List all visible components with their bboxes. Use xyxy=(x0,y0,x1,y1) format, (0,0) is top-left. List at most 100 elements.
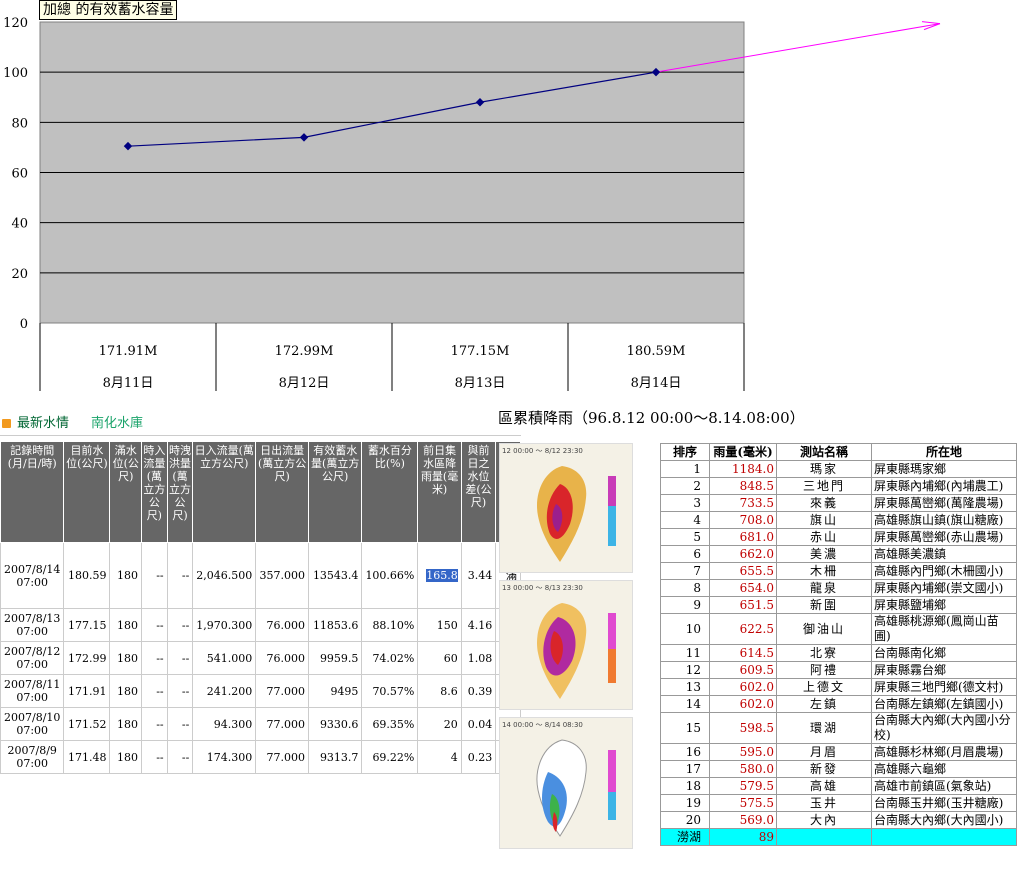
column-header: 日入流量(萬立方公尺) xyxy=(192,441,257,543)
station-cell: 三地門 xyxy=(776,477,872,495)
x-tick-label: 8月12日 xyxy=(279,376,330,391)
cell-store: 9959.5 xyxy=(307,641,363,675)
tab-nanhua-reservoir[interactable]: 南化水庫 xyxy=(91,416,143,431)
rainfall-cell: 1184.0 xyxy=(709,460,777,478)
x-tick-label: 8月11日 xyxy=(103,376,154,391)
cell-diff: 4.16 xyxy=(460,608,497,642)
x-sublabel: 180.59M xyxy=(627,344,686,359)
rainfall-cell: 602.0 xyxy=(709,678,777,696)
rank-cell: 13 xyxy=(660,678,710,696)
location-cell: 高雄縣內門鄉(木柵國小) xyxy=(871,562,1017,580)
table-row: 2007/8/13 07:00 177.15 180 -- -- 1,970.300 76.… xyxy=(0,608,521,642)
y-tick-label: 80 xyxy=(11,116,28,131)
x-tick-label: 8月14日 xyxy=(631,376,682,391)
y-tick-label: 40 xyxy=(11,217,28,232)
station-cell: 美濃 xyxy=(776,545,872,563)
column-header: 雨量(毫米) xyxy=(709,443,777,461)
x-sublabel: 171.91M xyxy=(99,344,158,359)
rainfall-cell: 595.0 xyxy=(709,743,777,761)
location-cell: 屏東縣三地門鄉(德文村) xyxy=(871,678,1017,696)
cell-pct: 74.02% xyxy=(361,641,419,675)
cell-rain: 8.6 xyxy=(417,674,462,708)
reservoir-table: 記錄時間(月/日/時) 目前水位(公尺) 滿水位(公尺) 時入流量(萬立方公尺) 時洩洪… xyxy=(0,441,521,774)
station-cell: 來義 xyxy=(776,494,872,512)
location-cell: 屏東縣霧台鄉 xyxy=(871,661,1017,679)
map-caption: 12 00:00 ～ 8/12 23:30 xyxy=(502,447,583,455)
table-row: 3 733.5 來義 屏東縣萬巒鄉(萬隆農場) xyxy=(660,494,1017,512)
cell-full: 180 xyxy=(109,542,143,609)
rainfall-cell: 733.5 xyxy=(709,494,777,512)
rank-cell: 6 xyxy=(660,545,710,563)
cell-level: 172.99 xyxy=(63,641,111,675)
rainfall-cell: 598.5 xyxy=(709,712,777,744)
table-row: 2007/8/12 07:00 172.99 180 -- -- 541.000 76.00… xyxy=(0,641,521,675)
location-cell: 台南縣玉井鄉(玉井糖廠) xyxy=(871,794,1017,812)
location-cell: 屏東縣內埔鄉(崇文國小) xyxy=(871,579,1017,597)
table-row: 5 681.0 赤山 屏東縣萬巒鄉(赤山農場) xyxy=(660,528,1017,546)
rank-cell: 8 xyxy=(660,579,710,597)
station-cell: 木柵 xyxy=(776,562,872,580)
cell-store: 9313.7 xyxy=(307,740,363,774)
table-row: 19 575.5 玉井 台南縣玉井鄉(玉井糖廠) xyxy=(660,794,1017,812)
table-row: 澇湖 89 xyxy=(660,828,1017,846)
cell-hout: -- xyxy=(166,542,194,609)
cell-hin: -- xyxy=(141,608,168,642)
station-cell: 瑪家 xyxy=(776,460,872,478)
column-header: 日出流量(萬立方公尺) xyxy=(255,441,309,543)
tab-latest-water[interactable]: 最新水情 xyxy=(17,416,69,431)
location-cell: 屏東縣鹽埔鄉 xyxy=(871,596,1017,614)
rainfall-cell: 622.5 xyxy=(709,613,777,645)
station-cell: 環湖 xyxy=(776,712,872,744)
station-cell xyxy=(776,828,872,846)
cell-pct: 100.66% xyxy=(361,542,419,609)
table-row: 8 654.0 龍泉 屏東縣內埔鄉(崇文國小) xyxy=(660,579,1017,597)
station-cell: 北寮 xyxy=(776,644,872,662)
station-cell: 左鎮 xyxy=(776,695,872,713)
column-header: 蓄水百分比(%) xyxy=(361,441,419,543)
cell-hin: -- xyxy=(141,740,168,774)
x-tick-label: 8月13日 xyxy=(455,376,506,391)
cell-time: 2007/8/10 07:00 xyxy=(0,707,65,741)
cell-time: 2007/8/12 07:00 xyxy=(0,641,65,675)
rainfall-cell: 651.5 xyxy=(709,596,777,614)
station-cell: 上德文 xyxy=(776,678,872,696)
column-header: 排序 xyxy=(660,443,710,461)
rain-map-1: 12 00:00 ～ 8/12 23:30 xyxy=(499,443,633,573)
rainfall-table: 排序 雨量(毫米) 測站名稱 所在地 1 1184.0 瑪家 屏東縣瑪家鄉 2 848.5 三地門… xyxy=(660,443,1017,846)
rainfall-cell: 575.5 xyxy=(709,794,777,812)
cell-din: 1,970.300 xyxy=(192,608,257,642)
selected-text[interactable]: 165.8 xyxy=(426,569,458,582)
rain-map-3: 14 00:00 ～ 8/14 08:30 xyxy=(499,717,633,849)
cell-time: 2007/8/11 07:00 xyxy=(0,674,65,708)
taiwan-rain-map-icon xyxy=(537,466,616,562)
table-row: 9 651.5 新圍 屏東縣鹽埔鄉 xyxy=(660,596,1017,614)
rank-cell: 3 xyxy=(660,494,710,512)
cell-hout: -- xyxy=(166,707,194,741)
rank-cell: 9 xyxy=(660,596,710,614)
cell-diff: 1.08 xyxy=(460,641,497,675)
table-row: 16 595.0 月眉 高雄縣杉林鄉(月眉農場) xyxy=(660,743,1017,761)
rank-cell: 2 xyxy=(660,477,710,495)
cell-full: 180 xyxy=(109,608,143,642)
cell-dout: 77.000 xyxy=(255,707,309,741)
table-row: 20 569.0 大內 台南縣大內鄉(大內國小) xyxy=(660,811,1017,829)
cell-dout: 76.000 xyxy=(255,641,309,675)
rainfall-cell: 662.0 xyxy=(709,545,777,563)
rainfall-cell: 681.0 xyxy=(709,528,777,546)
cell-time: 2007/8/13 07:00 xyxy=(0,608,65,642)
cell-din: 541.000 xyxy=(192,641,257,675)
location-cell: 台南縣南化鄉 xyxy=(871,644,1017,662)
y-tick-label: 0 xyxy=(20,317,28,332)
rainfall-cell: 654.0 xyxy=(709,579,777,597)
cell-rain: 60 xyxy=(417,641,462,675)
station-cell: 阿禮 xyxy=(776,661,872,679)
cell-hin: -- xyxy=(141,674,168,708)
cell-level: 171.52 xyxy=(63,707,111,741)
cell-store: 11853.6 xyxy=(307,608,363,642)
cell-pct: 88.10% xyxy=(361,608,419,642)
table-row: 12 609.5 阿禮 屏東縣霧台鄉 xyxy=(660,661,1017,679)
map-caption: 13 00:00 ～ 8/13 23:30 xyxy=(502,584,583,592)
panel-header: 最新水情 南化水庫 xyxy=(0,413,521,436)
cell-dout: 77.000 xyxy=(255,674,309,708)
station-cell: 大內 xyxy=(776,811,872,829)
